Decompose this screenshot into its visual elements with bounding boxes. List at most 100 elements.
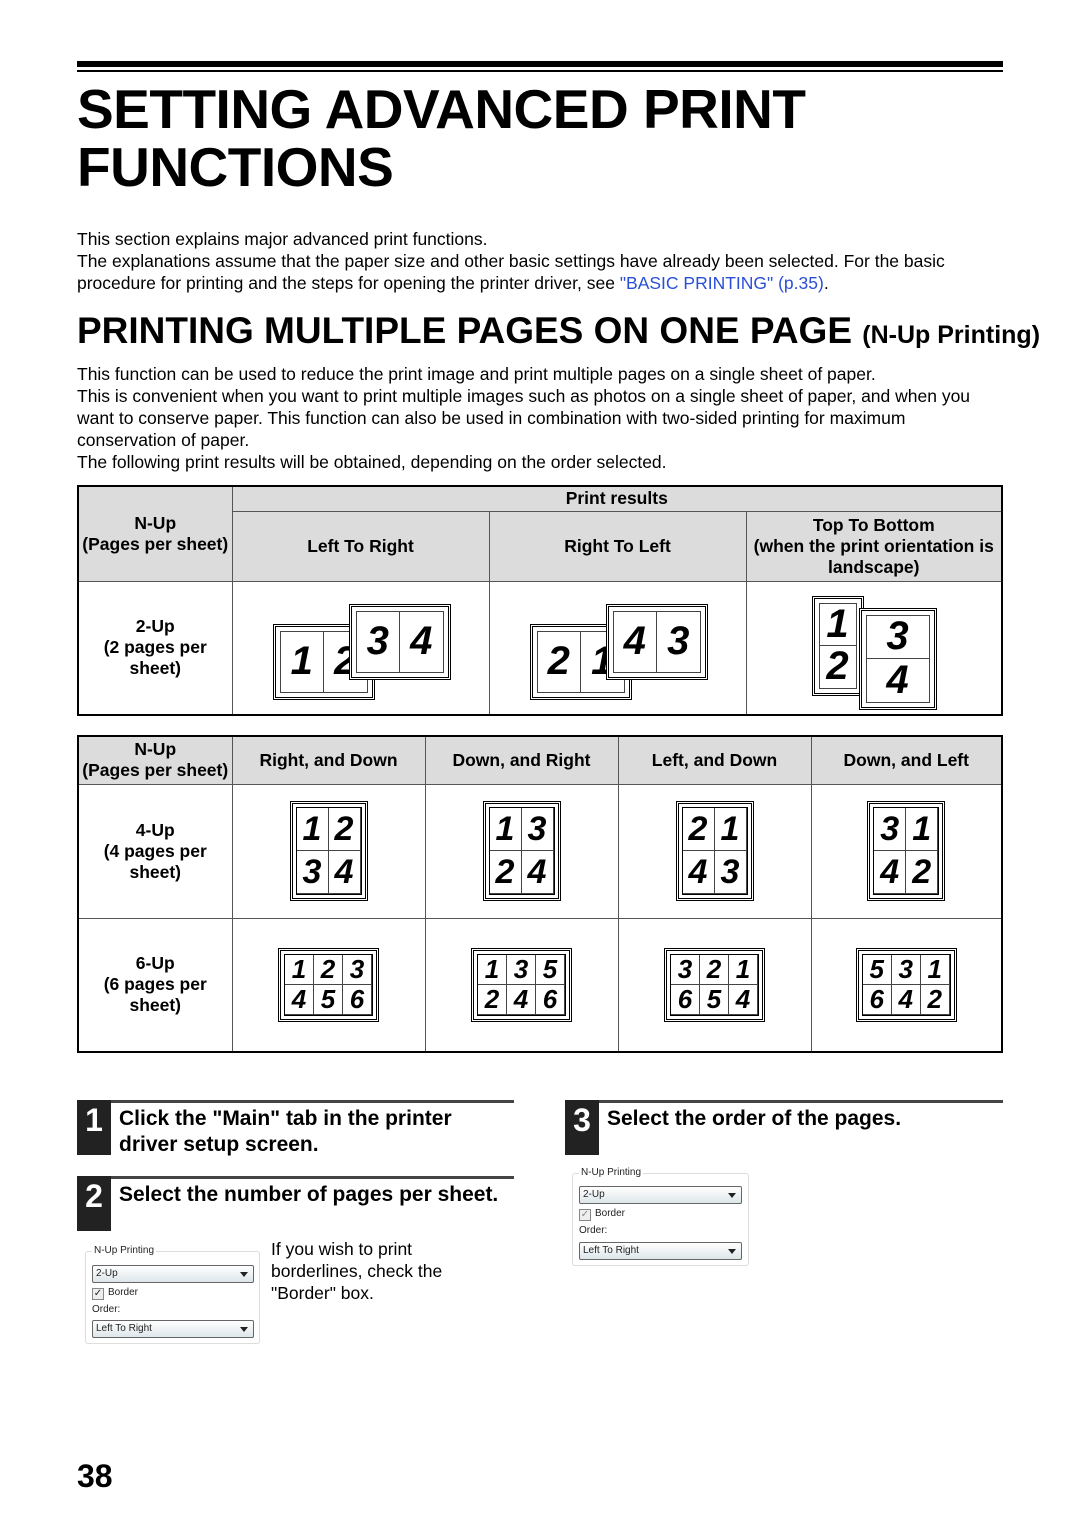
section-title: PRINTING MULTIPLE PAGES ON ONE PAGE (N-U… <box>77 310 1040 352</box>
page-digit: 4 <box>284 983 314 1015</box>
page-digit: 2 <box>477 983 507 1015</box>
col-header: Left To Right <box>231 510 490 582</box>
page-grid: 531642 <box>855 947 957 1022</box>
step-text: Click the "Main" tab in the printer driv… <box>119 1107 452 1156</box>
page-digit: 4 <box>623 619 646 663</box>
order-select[interactable]: Left To Right <box>579 1242 742 1260</box>
page-digit: 3 <box>670 953 700 985</box>
col-header: Top To Bottom (when the print orientatio… <box>745 510 1003 582</box>
sheet-2: 34 <box>858 607 937 710</box>
page-digit: 5 <box>313 983 343 1015</box>
page-number: 38 <box>77 1458 113 1494</box>
order-label: Order: <box>92 1304 121 1315</box>
row-label: 2-Up (2 pages per sheet) <box>77 580 233 716</box>
border-checkbox[interactable]: ✓ <box>92 1288 104 1300</box>
order-illustration: 1324 <box>424 783 619 919</box>
step-number: 1 <box>77 1100 111 1155</box>
page-digit: 3 <box>506 953 536 985</box>
intro-end: . <box>823 273 829 293</box>
step-text: Select the order of the pages. <box>607 1107 902 1130</box>
page-digit: 1 <box>826 601 849 646</box>
page-digit: 3 <box>520 807 554 851</box>
step-2: 2 Select the number of pages per sheet. <box>77 1176 514 1231</box>
order-illustration: 135246 <box>424 917 619 1053</box>
page-digit: 3 <box>713 850 747 894</box>
order-illustration: 2143 <box>617 783 812 919</box>
select-value: Left To Right <box>96 1323 152 1334</box>
header-rule-thin <box>77 70 1003 72</box>
step-text: Select the number of pages per sheet. <box>119 1183 499 1206</box>
page-digit: 6 <box>670 983 700 1015</box>
step-3: 3 Select the order of the pages. <box>565 1100 1003 1155</box>
nup-select[interactable]: 2-Up <box>92 1265 254 1283</box>
paragraph: This is convenient when you want to prin… <box>77 386 971 450</box>
paragraph: The following print results will be obta… <box>77 452 667 472</box>
page-grid: 2143 <box>675 801 754 901</box>
col-header: Down, and Left <box>810 735 1003 785</box>
page-digit: 4 <box>399 611 443 672</box>
page-digit: 6 <box>535 983 565 1015</box>
page-digit: 2 <box>327 807 361 851</box>
page-digit: 4 <box>890 983 921 1015</box>
page-digit: 3 <box>886 614 909 659</box>
basic-printing-link[interactable]: "BASIC PRINTING" (p.35) <box>620 273 824 293</box>
page-digit: 6 <box>342 983 372 1015</box>
step-number: 2 <box>77 1176 111 1231</box>
page-digit: 2 <box>699 953 729 985</box>
order-select[interactable]: Left To Right <box>92 1320 254 1338</box>
section-body: This function can be used to reduce the … <box>77 363 1007 473</box>
page-digit: 2 <box>313 953 343 985</box>
print-results-header: Print results <box>231 485 1003 512</box>
step-1: 1 Click the "Main" tab in the printer dri… <box>77 1100 514 1156</box>
ltr-illustration: 12 34 <box>231 580 490 716</box>
select-value: 2-Up <box>96 1268 118 1279</box>
page-digit: 4 <box>873 850 907 894</box>
nup-select[interactable]: 2-Up <box>579 1186 742 1204</box>
section-subtitle: (N-Up Printing) <box>862 321 1041 349</box>
order-illustration: 1234 <box>231 783 426 919</box>
page-digit: 1 <box>295 807 329 851</box>
page-digit: 1 <box>905 807 939 851</box>
page-grid: 3142 <box>867 801 946 901</box>
border-label: Border <box>595 1208 626 1219</box>
page-digit: 3 <box>873 807 907 851</box>
group-label: N-Up Printing <box>92 1245 157 1256</box>
header-rule-thick <box>77 61 1003 67</box>
page-digit: 4 <box>728 983 758 1015</box>
chevron-down-icon <box>240 1272 248 1277</box>
page-digit: 1 <box>488 807 522 851</box>
rtl-illustration: 21 43 <box>488 580 747 716</box>
col-header: Right, and Down <box>231 735 426 785</box>
page-digit: 3 <box>342 953 372 985</box>
page-digit: 6 <box>861 983 892 1015</box>
page-title: SETTING ADVANCED PRINT FUNCTIONS <box>77 78 806 198</box>
page-digit: 2 <box>681 807 715 851</box>
page-digit: 4 <box>327 850 361 894</box>
nup-header: N-Up (Pages per sheet) <box>77 485 233 582</box>
page-digit: 1 <box>728 953 758 985</box>
ttb-illustration: 12 34 <box>745 580 1003 716</box>
chevron-down-icon <box>728 1193 736 1198</box>
page-grid: 321654 <box>664 947 765 1022</box>
page-digit: 1 <box>919 953 950 985</box>
page-digit: 3 <box>295 850 329 894</box>
col-header: Right To Left <box>488 510 747 582</box>
order-illustration: 321654 <box>617 917 812 1053</box>
col-header: Down, and Right <box>424 735 619 785</box>
page-digit: 4 <box>506 983 536 1015</box>
section-title-text: PRINTING MULTIPLE PAGES ON ONE PAGE <box>77 310 852 351</box>
border-checkbox[interactable]: ✓ <box>579 1209 591 1221</box>
sheet-1: 12 <box>811 595 864 696</box>
step-number: 3 <box>565 1100 599 1155</box>
page-digit: 1 <box>477 953 507 985</box>
page-digit: 5 <box>861 953 892 985</box>
multi-up-table: N-Up (Pages per sheet) Right, and Down Do… <box>77 735 1003 1053</box>
chevron-down-icon <box>240 1327 248 1332</box>
page-grid: 135246 <box>471 947 572 1022</box>
nup-dialog-step2: N-Up Printing 2-Up ✓ Border Order: Left … <box>85 1245 260 1344</box>
two-up-table: N-Up (Pages per sheet) Print results Left… <box>77 485 1003 716</box>
select-value: Left To Right <box>583 1245 639 1256</box>
page-grid: 123456 <box>278 947 379 1022</box>
order-illustration: 123456 <box>231 917 426 1053</box>
order-illustration: 531642 <box>810 917 1003 1053</box>
